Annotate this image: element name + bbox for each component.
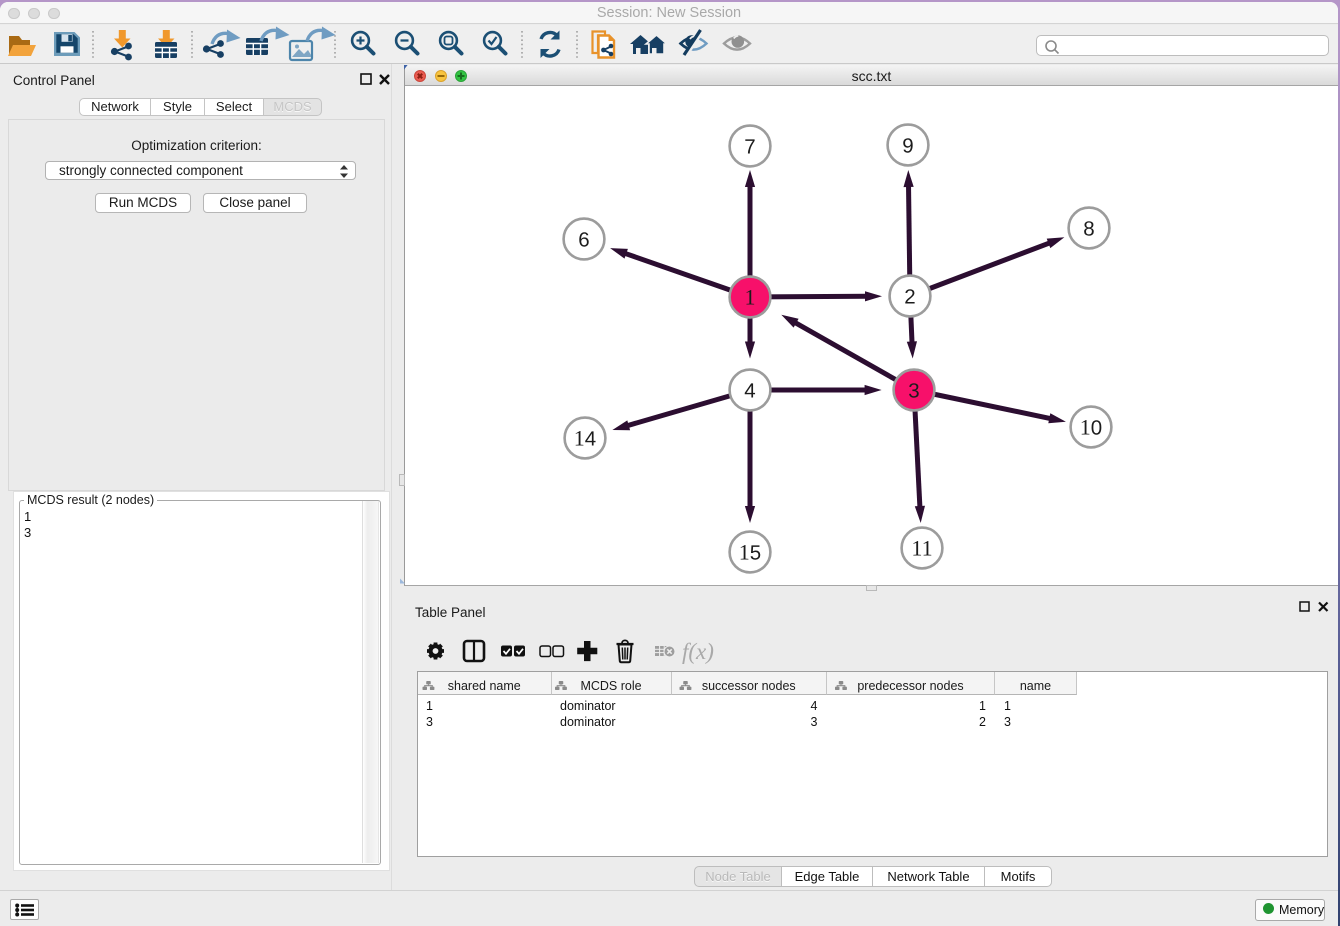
svg-text:1: 1 <box>745 285 756 310</box>
svg-text:9: 9 <box>902 135 913 158</box>
svg-text:4: 4 <box>744 380 755 403</box>
svg-text:15: 15 <box>739 540 761 565</box>
svg-text:6: 6 <box>578 229 589 252</box>
svg-text:7: 7 <box>744 136 755 159</box>
svg-text:8: 8 <box>1083 218 1094 241</box>
svg-text:3: 3 <box>908 380 919 403</box>
svg-text:f(x): f(x) <box>682 639 714 664</box>
svg-text:10: 10 <box>1080 415 1102 440</box>
svg-text:11: 11 <box>911 536 932 561</box>
svg-text:2: 2 <box>904 286 915 309</box>
svg-text:14: 14 <box>574 426 596 451</box>
